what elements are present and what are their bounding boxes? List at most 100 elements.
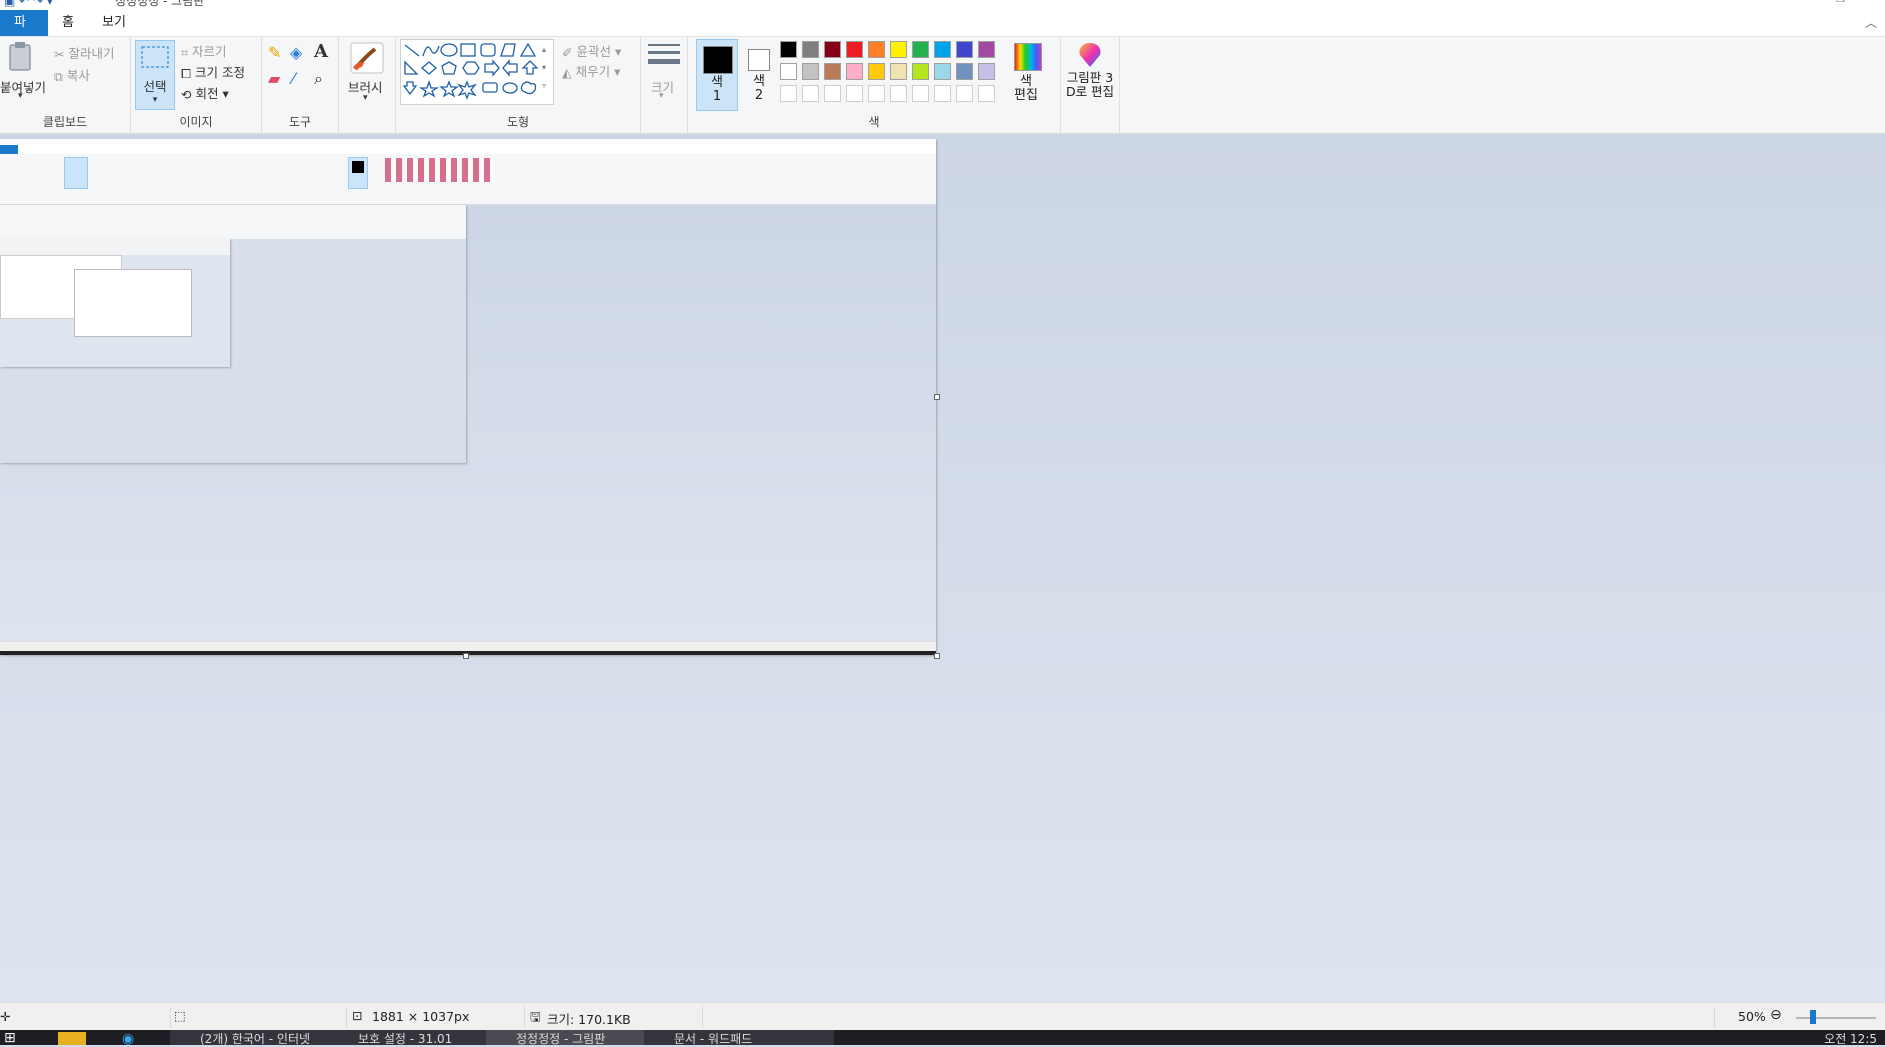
nested-file-tab — [0, 145, 18, 154]
palette-custom-swatch[interactable] — [978, 85, 995, 102]
palette-swatch[interactable] — [890, 41, 907, 58]
palette-swatch[interactable] — [802, 41, 819, 58]
palette-swatch[interactable] — [912, 63, 929, 80]
palette-custom-swatch[interactable] — [846, 85, 863, 102]
crop-button[interactable]: ⌗ 자르기 — [181, 41, 227, 61]
outline-button[interactable]: ✐ 윤곽선 ▾ — [562, 41, 621, 60]
chevron-up-icon[interactable]: ︿ — [1865, 14, 1877, 31]
status-separator — [346, 1006, 347, 1028]
palette-custom-swatch[interactable] — [824, 85, 841, 102]
chevron-down-icon[interactable]: ▾ — [18, 91, 23, 101]
rotate-button[interactable]: ⟲ 회전 ▾ — [181, 83, 229, 102]
color2-button[interactable]: 색 2 — [740, 39, 778, 109]
clipboard-group: 붙여넣기 ▾ ✂ 잘라내기 ⧉ 복사 클립보드 — [0, 37, 131, 133]
cut-button[interactable]: ✂ 잘라내기 — [54, 43, 114, 62]
palette-custom-swatch[interactable] — [890, 85, 907, 102]
size-group[interactable]: 크기 ▾ — [641, 37, 688, 133]
taskbar-item[interactable]: (2개) 한국어 - 인터넷 — [170, 1030, 350, 1045]
palette-swatch[interactable] — [868, 63, 885, 80]
palette-custom-swatch[interactable] — [912, 85, 929, 102]
paste-button[interactable] — [4, 41, 44, 71]
tab-home[interactable]: 홈 — [48, 10, 88, 36]
pencil-icon[interactable]: ✎ — [268, 43, 281, 62]
resize-handle-bottom[interactable] — [463, 653, 469, 659]
zoom-out-icon[interactable]: ⊖ — [1770, 1007, 1782, 1023]
palette-swatch[interactable] — [824, 63, 841, 80]
clipboard-group-label: 클립보드 — [42, 115, 88, 129]
palette-swatch[interactable] — [868, 41, 885, 58]
crop-icon: ⌗ — [181, 44, 189, 60]
edit-colors-button[interactable]: 색 편집 — [1006, 39, 1046, 109]
nested-canvas-2 — [0, 239, 230, 367]
quick-access-toolbar[interactable]: ▣ ↶ ↷ ▾ — [4, 0, 53, 8]
zoom-slider-track[interactable] — [1796, 1017, 1876, 1019]
palette-custom-swatch[interactable] — [868, 85, 885, 102]
palette-swatch[interactable] — [934, 41, 951, 58]
nested-workspace-3 — [0, 255, 230, 367]
palette-swatch[interactable] — [956, 41, 973, 58]
restore-icon[interactable]: ❐ — [1836, 0, 1845, 5]
select-button[interactable]: 선택 ▾ — [135, 40, 175, 110]
palette-custom-swatch[interactable] — [802, 85, 819, 102]
palette-swatch[interactable] — [780, 41, 797, 58]
palette-swatch[interactable] — [934, 63, 951, 80]
file-size: 크기: 170.1KB — [547, 1012, 631, 1027]
taskbar: ⊞ ◉ (2개) 한국어 - 인터넷 보호 설정 - 31.01 정정정정 - … — [0, 1030, 1885, 1047]
palette-swatch[interactable] — [978, 63, 995, 80]
outline-pen-icon: ✐ — [562, 45, 573, 60]
resize-handle-right[interactable] — [934, 394, 940, 400]
fill-button[interactable]: ◭ 채우기 ▾ — [562, 61, 620, 80]
shapes-group-label: 도형 — [506, 115, 530, 129]
clock[interactable]: 오전 12:5 — [1824, 1030, 1877, 1047]
copy-button[interactable]: ⧉ 복사 — [54, 65, 90, 85]
palette-swatch[interactable] — [978, 41, 995, 58]
nested-canvas — [0, 205, 466, 463]
zoom-level: 50% — [1738, 1009, 1766, 1024]
paste-label[interactable]: 붙여넣기 — [0, 77, 46, 96]
drawing-canvas[interactable] — [0, 139, 936, 655]
palette-custom-swatch[interactable] — [934, 85, 951, 102]
resize-button[interactable]: ⧠ 크기 조정 — [181, 62, 245, 82]
taskbar-item[interactable]: 보호 설정 - 31.01 — [328, 1030, 508, 1045]
shapes-scroll[interactable]: ▴ ▾ ▿ — [542, 41, 546, 95]
file-explorer-icon[interactable] — [58, 1032, 86, 1045]
palette-swatch[interactable] — [956, 63, 973, 80]
tab-file[interactable]: 파일 — [0, 10, 48, 56]
canvas-workspace[interactable] — [0, 134, 1885, 1002]
resize-label: 크기 조정 — [195, 65, 245, 80]
zoom-slider-thumb[interactable] — [1810, 1010, 1816, 1024]
color-picker-icon[interactable]: ⁄ — [292, 69, 295, 88]
palette-swatch[interactable] — [890, 63, 907, 80]
palette-swatch[interactable] — [802, 63, 819, 80]
shapes-gallery[interactable] — [400, 39, 554, 105]
palette-swatch[interactable] — [846, 41, 863, 58]
taskbar-item[interactable]: 문서 - 워드패드 — [644, 1030, 834, 1045]
palette-swatch[interactable] — [912, 41, 929, 58]
brushes-group[interactable]: 브러시 ▾ — [339, 37, 396, 133]
fill-bucket-icon[interactable]: ◈ — [290, 43, 302, 62]
resize-handle-corner[interactable] — [934, 653, 940, 659]
edit-colors-label-a: 색 — [1020, 74, 1032, 89]
start-icon[interactable]: ⊞ — [4, 1030, 16, 1046]
palette-custom-swatch[interactable] — [956, 85, 973, 102]
palette-swatch[interactable] — [846, 63, 863, 80]
taskbar-item-paint[interactable]: 정정정정 - 그림판 — [486, 1030, 666, 1045]
paint3d-label-1: 그림판 3 — [1066, 70, 1114, 85]
selection-size-icon: ⬚ — [174, 1008, 186, 1023]
paint3d-button[interactable]: 그림판 3 D로 편집 — [1061, 37, 1120, 133]
color1-swatch — [703, 46, 733, 74]
resize-icon: ⧠ — [181, 65, 192, 81]
text-icon[interactable]: A — [314, 41, 328, 62]
eraser-icon[interactable]: ▰ — [268, 69, 280, 88]
magnifier-icon[interactable]: ⌕ — [314, 69, 323, 89]
color1-label-b: 1 — [712, 89, 722, 104]
image-group-label: 이미지 — [179, 115, 213, 129]
file-size-icon: 🖫 — [530, 1009, 541, 1024]
nested-ribbon-3 — [0, 239, 230, 255]
tab-view[interactable]: 보기 — [88, 10, 140, 36]
nested-color1 — [348, 157, 368, 189]
palette-swatch[interactable] — [780, 63, 797, 80]
palette-custom-swatch[interactable] — [780, 85, 797, 102]
color1-button[interactable]: 색 1 — [696, 39, 738, 111]
palette-swatch[interactable] — [824, 41, 841, 58]
